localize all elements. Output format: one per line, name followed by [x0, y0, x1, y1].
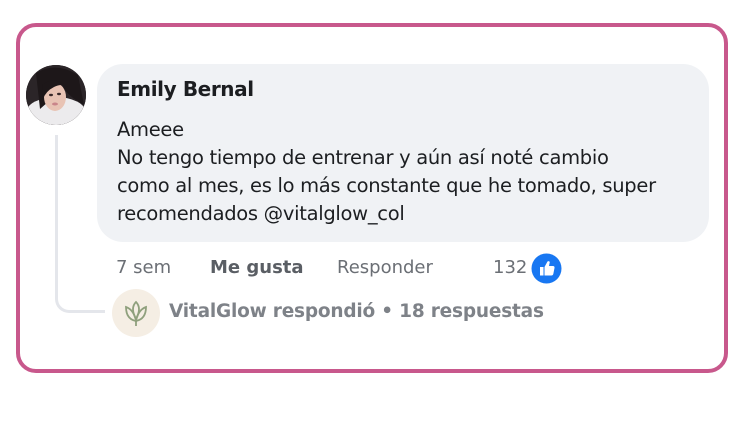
comment-author[interactable]: Emily Bernal [117, 77, 254, 101]
comment-line: como al mes, es lo más constante que he … [117, 174, 656, 197]
avatar[interactable] [26, 65, 86, 125]
avatar-photo-icon [26, 65, 86, 125]
replies-summary-link[interactable]: VitalGlow respondió • 18 respuestas [169, 301, 544, 322]
like-button[interactable]: Me gusta [210, 257, 304, 278]
comment-timestamp[interactable]: 7 sem [116, 257, 171, 278]
comment-line: Ameee [117, 118, 184, 141]
like-count[interactable]: 132 [493, 257, 527, 278]
vitalglow-logo-avatar[interactable] [112, 289, 160, 337]
comment-line: No tengo tiempo de entrenar y aún así no… [117, 146, 609, 169]
comment-line: recomendados @vitalglow_col [117, 202, 405, 225]
lotus-logo-icon [125, 300, 147, 326]
reply-button[interactable]: Responder [337, 257, 433, 278]
comment-text: Ameee No tengo tiempo de entrenar y aún … [117, 116, 697, 228]
thumbs-up-icon[interactable] [531, 253, 562, 284]
